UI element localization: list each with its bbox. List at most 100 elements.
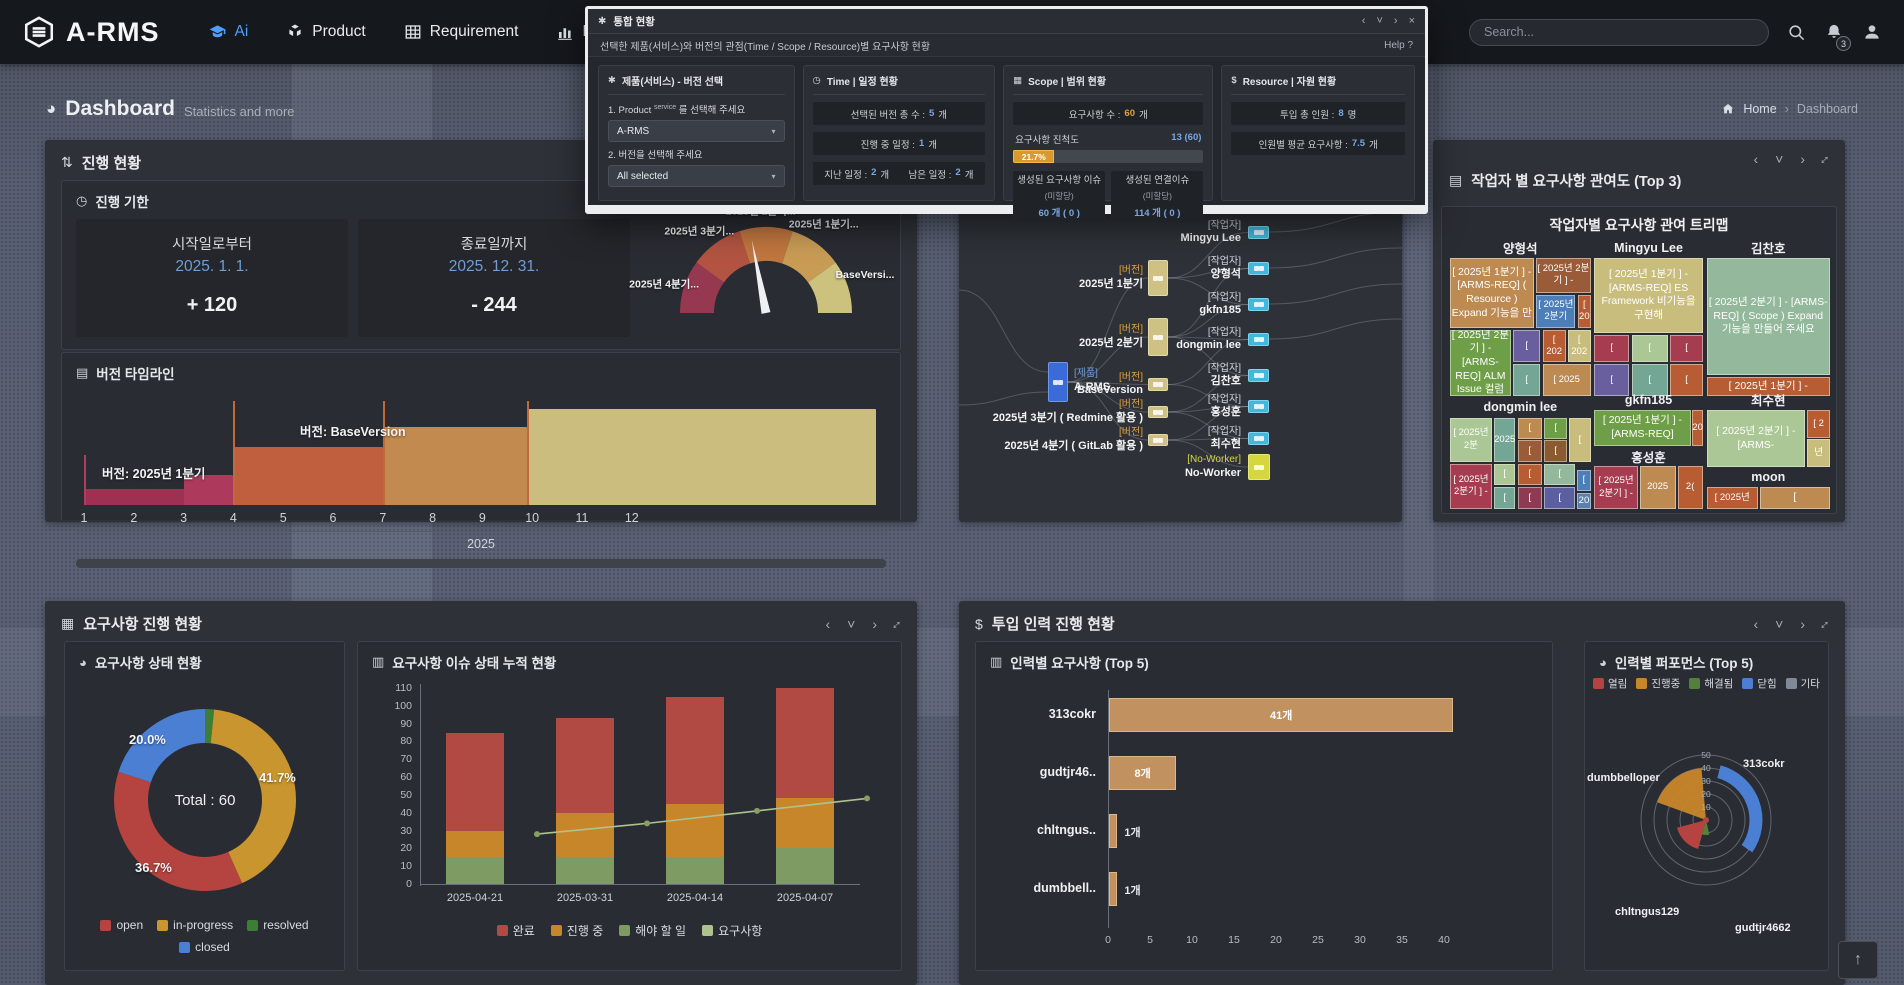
- scroll-top-button[interactable]: ↑: [1838, 941, 1878, 979]
- product-select[interactable]: A-RMS ▾: [608, 120, 785, 142]
- legend-item[interactable]: closed: [179, 940, 230, 954]
- treemap-cell[interactable]: [: [1577, 470, 1590, 492]
- legend-item[interactable]: 완료: [497, 922, 535, 939]
- version-select[interactable]: All selected ▾: [608, 165, 785, 187]
- person-req-bar[interactable]: 8개: [1109, 756, 1176, 790]
- nav-item-requirement[interactable]: Requirement: [404, 23, 519, 41]
- notifications-bell-icon[interactable]: 3: [1824, 22, 1844, 42]
- worker-node[interactable]: [1248, 400, 1269, 413]
- expand-icon[interactable]: ↕: [1818, 616, 1833, 631]
- treemap-cell[interactable]: [ 2025년: [1707, 487, 1758, 509]
- treemap-cell[interactable]: [: [1513, 364, 1540, 395]
- treemap-cell[interactable]: [: [1518, 440, 1542, 461]
- timeline-scrollbar[interactable]: [76, 559, 886, 568]
- modal-prev-icon[interactable]: ‹: [1362, 15, 1366, 27]
- next-icon[interactable]: ›: [1800, 152, 1805, 166]
- nav-item-product[interactable]: Product: [286, 23, 365, 41]
- treemap-cell[interactable]: 2025: [1494, 418, 1515, 462]
- treemap-cell[interactable]: [: [1494, 464, 1515, 486]
- prev-icon[interactable]: ‹: [1753, 617, 1758, 631]
- person-req-bar[interactable]: 41개: [1109, 698, 1453, 732]
- treemap-cell[interactable]: [ 2025년 2분: [1450, 418, 1492, 462]
- version-node[interactable]: [1148, 260, 1168, 296]
- home-icon[interactable]: [1721, 102, 1735, 116]
- person-req-bar[interactable]: [1109, 872, 1117, 906]
- treemap-cell[interactable]: [: [1544, 418, 1567, 440]
- timeline-bar[interactable]: [233, 447, 382, 505]
- collapse-icon[interactable]: ˅: [1775, 617, 1783, 631]
- modal-close-icon[interactable]: ×: [1409, 15, 1415, 27]
- collapse-icon[interactable]: ˅: [847, 617, 855, 631]
- search-icon[interactable]: [1787, 23, 1806, 42]
- treemap-cell[interactable]: [: [1544, 464, 1575, 486]
- legend-item[interactable]: 해결됨: [1689, 676, 1733, 691]
- treemap-cell[interactable]: [: [1569, 418, 1590, 462]
- next-icon[interactable]: ›: [872, 617, 877, 631]
- worker-node[interactable]: [1248, 298, 1269, 311]
- treemap-cell[interactable]: [ 2025년 2분기 ] -: [1594, 466, 1637, 509]
- treemap-cell[interactable]: [ 2025년 2분기 ] -: [1536, 258, 1590, 293]
- timeline-bar[interactable]: [527, 409, 876, 505]
- modal-collapse-icon[interactable]: ˅: [1376, 15, 1382, 27]
- treemap-cell[interactable]: [: [1544, 487, 1575, 509]
- collapse-icon[interactable]: ˅: [1775, 152, 1783, 166]
- legend-item[interactable]: 열림: [1593, 676, 1627, 691]
- prev-icon[interactable]: ‹: [1753, 152, 1758, 166]
- treemap-cell[interactable]: [: [1518, 418, 1542, 440]
- treemap-cell[interactable]: [ 2025년 2분기: [1536, 295, 1575, 328]
- legend-item[interactable]: 기타: [1786, 676, 1820, 691]
- worker-node[interactable]: [1248, 333, 1269, 346]
- treemap-cell[interactable]: [: [1632, 335, 1668, 363]
- prev-icon[interactable]: ‹: [825, 617, 830, 631]
- treemap-cell[interactable]: [ 2025: [1543, 364, 1591, 395]
- worker-node[interactable]: [1248, 226, 1269, 239]
- treemap-cell[interactable]: [ 2025년 1분기 ] - [ARMS-REQ] ES Framework …: [1594, 258, 1702, 333]
- no-worker-node[interactable]: [1248, 454, 1270, 480]
- treemap-cell[interactable]: [: [1494, 487, 1515, 509]
- version-node[interactable]: [1148, 434, 1168, 446]
- breadcrumb-home[interactable]: Home: [1743, 102, 1776, 116]
- treemap-cell[interactable]: [ 202: [1543, 330, 1566, 362]
- search-input[interactable]: [1469, 19, 1769, 46]
- worker-node[interactable]: [1248, 369, 1269, 382]
- help-link[interactable]: Help ?: [1384, 40, 1413, 51]
- nav-item-ai[interactable]: Ai: [208, 23, 249, 42]
- legend-item[interactable]: open: [100, 918, 143, 932]
- treemap-cell[interactable]: [ 2: [1807, 410, 1830, 438]
- treemap-cell[interactable]: [: [1594, 335, 1629, 363]
- treemap-cell[interactable]: 2(: [1678, 466, 1703, 509]
- legend-item[interactable]: 진행중: [1636, 676, 1680, 691]
- treemap-cell[interactable]: [ 2025년 2분기 ] - [ARMS-: [1707, 410, 1806, 467]
- legend-item[interactable]: 요구사항: [702, 922, 762, 939]
- treemap-cell[interactable]: [ 2025년 2분기 ] -: [1450, 464, 1492, 509]
- treemap-cell[interactable]: 20: [1577, 493, 1590, 509]
- treemap-cell[interactable]: [ 2025년 2분기 ] - [ARMS-REQ] ( Scope ) Exp…: [1707, 258, 1831, 375]
- treemap-cell[interactable]: [: [1760, 487, 1830, 509]
- product-node[interactable]: [1048, 362, 1068, 402]
- next-icon[interactable]: ›: [1800, 617, 1805, 631]
- expand-icon[interactable]: ↕: [890, 616, 905, 631]
- app-logo[interactable]: A-RMS: [22, 15, 160, 49]
- legend-item[interactable]: resolved: [247, 918, 308, 932]
- expand-icon[interactable]: ↕: [1818, 152, 1833, 167]
- treemap-cell[interactable]: [ 2025년 2분기 ] - [ARMS-REQ] ALM Issue 컬럼: [1450, 330, 1511, 396]
- legend-item[interactable]: 해야 할 일: [619, 922, 686, 939]
- version-node[interactable]: [1148, 378, 1168, 391]
- treemap-cell[interactable]: 2025: [1640, 466, 1676, 509]
- user-menu-icon[interactable]: [1862, 22, 1882, 42]
- version-node[interactable]: [1148, 406, 1168, 418]
- person-req-bar[interactable]: [1109, 814, 1117, 848]
- version-node[interactable]: [1148, 318, 1168, 356]
- treemap-cell[interactable]: [: [1513, 330, 1540, 362]
- treemap-cell[interactable]: [: [1670, 335, 1702, 363]
- legend-item[interactable]: in-progress: [157, 918, 233, 932]
- treemap-cell[interactable]: [: [1518, 487, 1542, 509]
- legend-item[interactable]: 진행 중: [551, 922, 603, 939]
- treemap-cell[interactable]: [ 2025년 1분기 ] - [ARMS-REQ]: [1594, 410, 1690, 446]
- treemap-cell[interactable]: [: [1518, 464, 1542, 486]
- worker-node[interactable]: [1248, 432, 1269, 445]
- modal-titlebar[interactable]: ✱ 통합 현황 ‹ ˅ › ×: [588, 9, 1425, 34]
- legend-item[interactable]: 닫힘: [1742, 676, 1776, 691]
- modal-next-icon[interactable]: ›: [1394, 15, 1398, 27]
- treemap-cell[interactable]: [: [1544, 440, 1567, 461]
